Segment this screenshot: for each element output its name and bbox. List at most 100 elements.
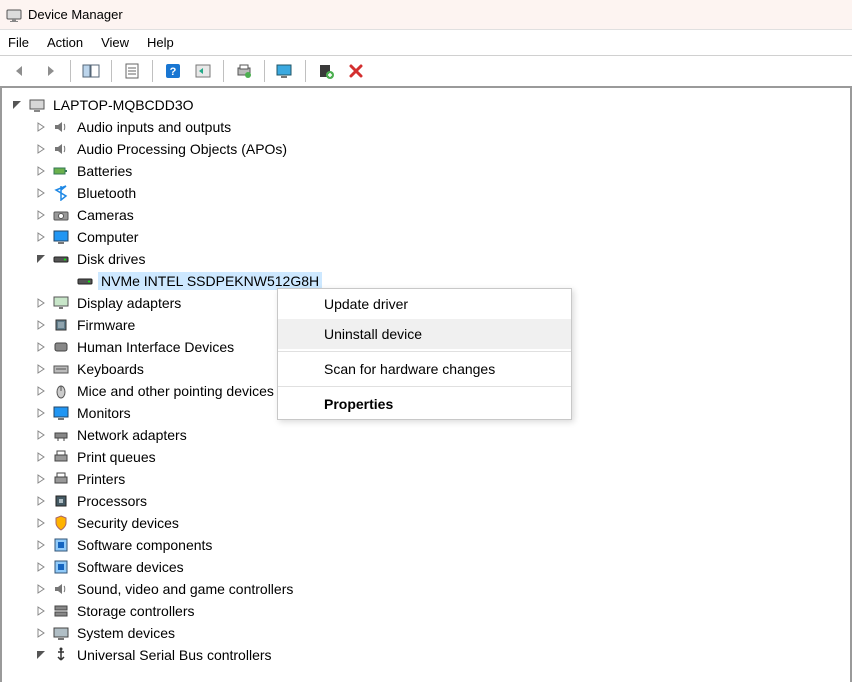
printer-icon (52, 470, 70, 488)
speaker-icon (52, 118, 70, 136)
tree-category-node[interactable]: Software devices (6, 556, 850, 578)
tree-category-node[interactable]: Bluetooth (6, 182, 850, 204)
toolbar-separator (223, 60, 224, 82)
menu-action[interactable]: Action (47, 35, 83, 50)
display-icon (52, 294, 70, 312)
toolbar-print-button[interactable] (230, 59, 258, 83)
expander-collapsed-icon[interactable] (34, 428, 48, 442)
tree-category-node[interactable]: Network adapters (6, 424, 850, 446)
tree-category-node[interactable]: System devices (6, 622, 850, 644)
tree-category-label: Display adapters (74, 294, 184, 312)
storage-icon (52, 602, 70, 620)
svg-text:?: ? (170, 66, 177, 78)
toolbar-add-hardware-button[interactable] (312, 59, 340, 83)
expander-collapsed-icon[interactable] (34, 626, 48, 640)
tree-category-node[interactable]: Disk drives (6, 248, 850, 270)
expander-collapsed-icon[interactable] (34, 318, 48, 332)
toolbar-uninstall-button[interactable] (342, 59, 370, 83)
tree-category-label: Human Interface Devices (74, 338, 237, 356)
mouse-icon (52, 382, 70, 400)
tree-category-label: Audio Processing Objects (APOs) (74, 140, 290, 158)
speaker-icon (52, 140, 70, 158)
expander-collapsed-icon[interactable] (34, 472, 48, 486)
expander-expanded-icon[interactable] (34, 252, 48, 266)
tree-category-label: Processors (74, 492, 150, 510)
expander-collapsed-icon[interactable] (34, 604, 48, 618)
tree-category-label: Disk drives (74, 250, 148, 268)
expander-collapsed-icon[interactable] (34, 296, 48, 310)
expander-collapsed-icon[interactable] (34, 362, 48, 376)
tree-category-node[interactable]: Storage controllers (6, 600, 850, 622)
tree-category-label: Computer (74, 228, 141, 246)
expander-collapsed-icon[interactable] (34, 582, 48, 596)
ctx-properties[interactable]: Properties (278, 389, 571, 419)
software-icon (52, 558, 70, 576)
expander-expanded-icon[interactable] (10, 98, 24, 112)
toolbar-help-button[interactable]: ? (159, 59, 187, 83)
tree-category-node[interactable]: Batteries (6, 160, 850, 182)
menu-view[interactable]: View (101, 35, 129, 50)
tree-category-node[interactable]: Print queues (6, 446, 850, 468)
device-manager-app-icon (6, 7, 22, 23)
tree-category-label: Software components (74, 536, 215, 554)
expander-collapsed-icon[interactable] (34, 120, 48, 134)
toolbar-show-hide-tree-button[interactable] (77, 59, 105, 83)
system-icon (52, 624, 70, 642)
tree-category-label: Audio inputs and outputs (74, 118, 234, 136)
toolbar-separator (305, 60, 306, 82)
tree-category-label: Sound, video and game controllers (74, 580, 296, 598)
tree-category-label: Network adapters (74, 426, 190, 444)
device-tree[interactable]: LAPTOP-MQBCDD3O Audio inputs and outputs… (0, 88, 852, 682)
usb-icon (52, 646, 70, 664)
expander-expanded-icon[interactable] (34, 648, 48, 662)
expander-collapsed-icon[interactable] (34, 230, 48, 244)
toolbar-refresh-button[interactable] (189, 59, 217, 83)
tree-category-node[interactable]: Computer (6, 226, 850, 248)
tree-category-node[interactable]: Audio Processing Objects (APOs) (6, 138, 850, 160)
toolbar-properties-button[interactable] (118, 59, 146, 83)
tree-category-node[interactable]: Printers (6, 468, 850, 490)
tree-category-label: Firmware (74, 316, 138, 334)
tree-category-label: Printers (74, 470, 128, 488)
expander-collapsed-icon[interactable] (34, 142, 48, 156)
tree-category-node[interactable]: Cameras (6, 204, 850, 226)
toolbar-separator (264, 60, 265, 82)
expander-collapsed-icon[interactable] (34, 516, 48, 530)
monitor-icon (52, 228, 70, 246)
expander-collapsed-icon[interactable] (34, 560, 48, 574)
expander-collapsed-icon[interactable] (34, 494, 48, 508)
toolbar-forward-button[interactable] (36, 59, 64, 83)
toolbar-separator (70, 60, 71, 82)
expander-collapsed-icon[interactable] (34, 406, 48, 420)
tree-category-label: Monitors (74, 404, 134, 422)
tree-root-node[interactable]: LAPTOP-MQBCDD3O (6, 94, 850, 116)
expander-collapsed-icon[interactable] (34, 538, 48, 552)
tree-category-node[interactable]: Processors (6, 490, 850, 512)
menu-help[interactable]: Help (147, 35, 174, 50)
menubar: File Action View Help (0, 30, 852, 56)
expander-collapsed-icon[interactable] (34, 164, 48, 178)
menu-file[interactable]: File (8, 35, 29, 50)
tree-category-node[interactable]: Universal Serial Bus controllers (6, 644, 850, 666)
ctx-update-driver[interactable]: Update driver (278, 289, 571, 319)
keyboard-icon (52, 360, 70, 378)
tree-category-node[interactable]: Software components (6, 534, 850, 556)
expander-collapsed-icon[interactable] (34, 384, 48, 398)
computer-icon (28, 96, 46, 114)
tree-category-node[interactable]: Security devices (6, 512, 850, 534)
toolbar-back-button[interactable] (6, 59, 34, 83)
tree-category-node[interactable]: Audio inputs and outputs (6, 116, 850, 138)
ctx-uninstall-device[interactable]: Uninstall device (278, 319, 571, 349)
disk-icon (76, 272, 94, 290)
toolbar-update-driver-button[interactable] (271, 59, 299, 83)
expander-collapsed-icon[interactable] (34, 208, 48, 222)
software-icon (52, 536, 70, 554)
tree-category-node[interactable]: Sound, video and game controllers (6, 578, 850, 600)
battery-icon (52, 162, 70, 180)
ctx-scan-hardware[interactable]: Scan for hardware changes (278, 354, 571, 384)
expander-collapsed-icon[interactable] (34, 186, 48, 200)
camera-icon (52, 206, 70, 224)
disk-icon (52, 250, 70, 268)
expander-collapsed-icon[interactable] (34, 450, 48, 464)
expander-collapsed-icon[interactable] (34, 340, 48, 354)
